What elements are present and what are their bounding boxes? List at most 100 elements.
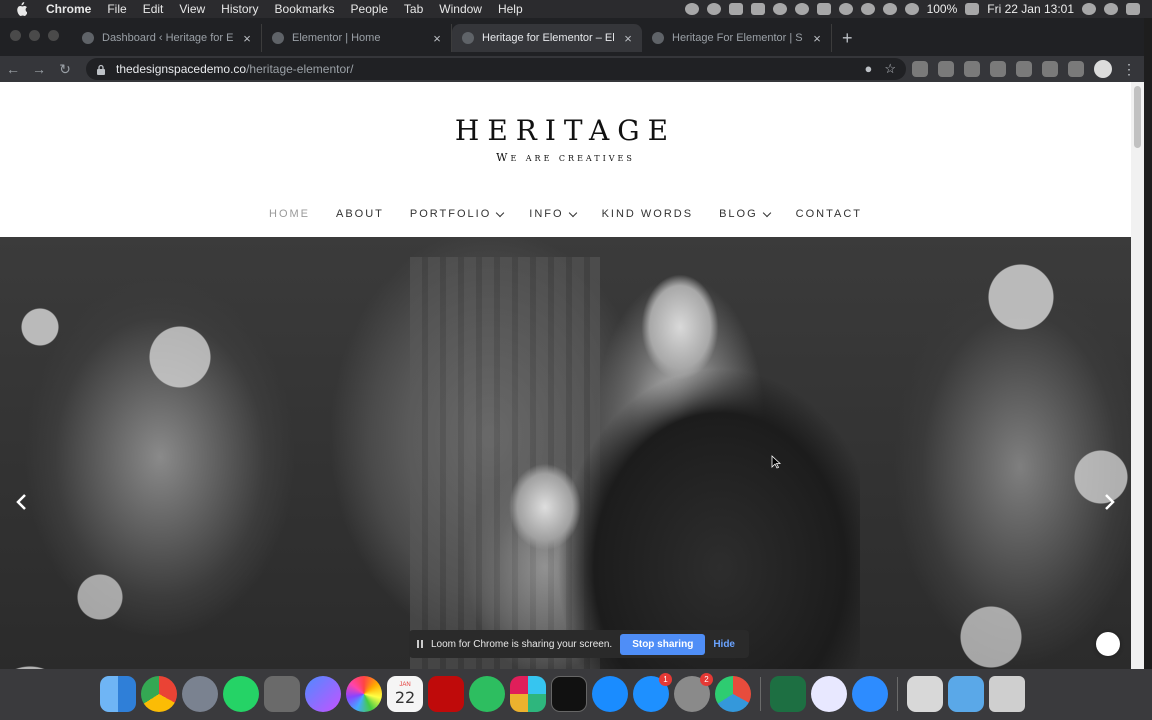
- hero-image-couple-portrait: [430, 237, 860, 669]
- extension-dark-mode-icon[interactable]: [990, 61, 1006, 77]
- extension-timer-icon[interactable]: [1016, 61, 1032, 77]
- documents-folder-icon[interactable]: [948, 676, 984, 712]
- calendar-icon[interactable]: JAN 22: [387, 676, 423, 712]
- nav-home[interactable]: HOME: [269, 208, 310, 220]
- stop-sharing-button[interactable]: Stop sharing: [620, 633, 706, 655]
- chrome-icon[interactable]: [141, 676, 177, 712]
- launchpad-icon[interactable]: [182, 676, 218, 712]
- microphone-icon[interactable]: [684, 3, 699, 15]
- screen-record-icon[interactable]: [728, 3, 743, 15]
- evernote-status-icon[interactable]: [772, 3, 787, 15]
- page-scrollbar[interactable]: [1131, 82, 1144, 669]
- minimize-window-button[interactable]: [29, 30, 40, 41]
- bookmark-star-icon[interactable]: ☆: [884, 61, 896, 77]
- slack-icon[interactable]: [510, 676, 546, 712]
- menu-view[interactable]: View: [171, 0, 213, 18]
- slider-next-arrow-icon[interactable]: [1099, 492, 1119, 512]
- extension-color-icon[interactable]: [938, 61, 954, 77]
- downloads-folder-icon[interactable]: [907, 676, 943, 712]
- hide-link[interactable]: Hide: [713, 639, 735, 650]
- voice-search-icon[interactable]: ●: [864, 61, 872, 77]
- davinci-resolve-icon[interactable]: [715, 676, 751, 712]
- loom-status-icon[interactable]: [750, 3, 765, 15]
- browser-menu-icon[interactable]: ⋮: [1122, 61, 1136, 78]
- clickup-icon[interactable]: [811, 676, 847, 712]
- close-tab-icon[interactable]: ×: [622, 31, 634, 46]
- spotlight-icon[interactable]: [1082, 3, 1096, 15]
- nav-portfolio[interactable]: PORTFOLIO: [409, 208, 505, 220]
- excel-icon[interactable]: [770, 676, 806, 712]
- nav-label: PORTFOLIO: [409, 208, 492, 220]
- forward-arrow-icon[interactable]: →: [26, 61, 52, 77]
- volume-icon[interactable]: [904, 3, 919, 15]
- nav-kind-words[interactable]: KIND WORDS: [602, 208, 694, 220]
- messenger-icon[interactable]: [305, 676, 341, 712]
- close-tab-icon[interactable]: ×: [811, 31, 823, 46]
- teamviewer-icon[interactable]: [592, 676, 628, 712]
- menu-tab[interactable]: Tab: [396, 0, 431, 18]
- menu-people[interactable]: People: [343, 0, 396, 18]
- wifi-icon[interactable]: [882, 3, 897, 15]
- address-bar[interactable]: thedesignspacedemo.co/heritage-elementor…: [86, 58, 906, 80]
- menu-app-name[interactable]: Chrome: [38, 0, 99, 18]
- photos-icon[interactable]: [346, 676, 382, 712]
- page-viewport: HERITAGE We are creatives HOME ABOUT POR…: [0, 82, 1144, 669]
- gimp-icon[interactable]: [264, 676, 300, 712]
- system-preferences-badge: 2: [700, 673, 713, 686]
- tab-dashboard[interactable]: Dashboard ‹ Heritage for Elem ×: [72, 24, 262, 52]
- mouse-cursor-icon: [771, 455, 781, 469]
- finder-icon[interactable]: [100, 676, 136, 712]
- extensions-puzzle-icon[interactable]: [1068, 61, 1084, 77]
- profile-avatar[interactable]: [1094, 60, 1112, 78]
- scrollbar-thumb[interactable]: [1134, 86, 1141, 148]
- back-arrow-icon[interactable]: ←: [0, 61, 26, 77]
- evernote-icon[interactable]: [469, 676, 505, 712]
- battery-icon[interactable]: [965, 3, 980, 15]
- clock-status-icon[interactable]: [794, 3, 809, 15]
- tab-heritage-active[interactable]: Heritage for Elementor – Eleme ×: [452, 24, 642, 52]
- reload-icon[interactable]: ↻: [52, 61, 78, 78]
- help-chat-bubble-icon[interactable]: [1096, 632, 1120, 656]
- nav-contact[interactable]: CONTACT: [796, 208, 862, 220]
- menu-edit[interactable]: Edit: [135, 0, 172, 18]
- user-switch-icon[interactable]: [1104, 3, 1118, 15]
- menu-file[interactable]: File: [99, 0, 134, 18]
- close-tab-icon[interactable]: ×: [431, 31, 443, 46]
- menubar-clock[interactable]: Fri 22 Jan 13:01: [987, 2, 1074, 16]
- bluetooth-icon[interactable]: [838, 3, 853, 15]
- menu-bookmarks[interactable]: Bookmarks: [267, 0, 343, 18]
- menu-history[interactable]: History: [213, 0, 266, 18]
- close-tab-icon[interactable]: ×: [241, 31, 253, 46]
- trash-icon[interactable]: [989, 676, 1025, 712]
- extension-red-icon[interactable]: [964, 61, 980, 77]
- close-window-button[interactable]: [10, 30, 21, 41]
- airplay-icon[interactable]: [860, 3, 875, 15]
- menu-help[interactable]: Help: [490, 0, 531, 18]
- zoom-icon[interactable]: [852, 676, 888, 712]
- menu-window[interactable]: Window: [431, 0, 490, 18]
- battery-status-icon[interactable]: [816, 3, 831, 15]
- calendar-date: JAN 22: [387, 676, 423, 712]
- hero-slider-image[interactable]: [0, 237, 1131, 669]
- whatsapp-icon[interactable]: [223, 676, 259, 712]
- tab-heritage-support[interactable]: Heritage For Elementor | Supp ×: [642, 24, 832, 52]
- elementor-favicon-icon: [272, 32, 284, 44]
- dock-separator: [760, 677, 761, 711]
- nav-blog[interactable]: BLOG: [719, 208, 771, 220]
- new-tab-button[interactable]: +: [832, 24, 853, 52]
- nav-about[interactable]: ABOUT: [336, 208, 384, 220]
- system-preferences-icon[interactable]: 2: [674, 673, 713, 712]
- settings-gear-status-icon[interactable]: [706, 3, 721, 15]
- apple-menu-icon[interactable]: [14, 2, 28, 16]
- slider-prev-arrow-icon[interactable]: [12, 492, 32, 512]
- tab-elementor-home[interactable]: Elementor | Home ×: [262, 24, 452, 52]
- site-logo[interactable]: HERITAGE: [0, 82, 1131, 147]
- extension-menu-icon[interactable]: [912, 61, 928, 77]
- nav-info[interactable]: INFO: [529, 208, 577, 220]
- extension-orange-icon[interactable]: [1042, 61, 1058, 77]
- terminal-icon[interactable]: [551, 676, 587, 712]
- app-store-icon[interactable]: 1: [633, 673, 672, 712]
- maximize-window-button[interactable]: [48, 30, 59, 41]
- control-center-icon[interactable]: [1126, 3, 1140, 15]
- filezilla-icon[interactable]: [428, 676, 464, 712]
